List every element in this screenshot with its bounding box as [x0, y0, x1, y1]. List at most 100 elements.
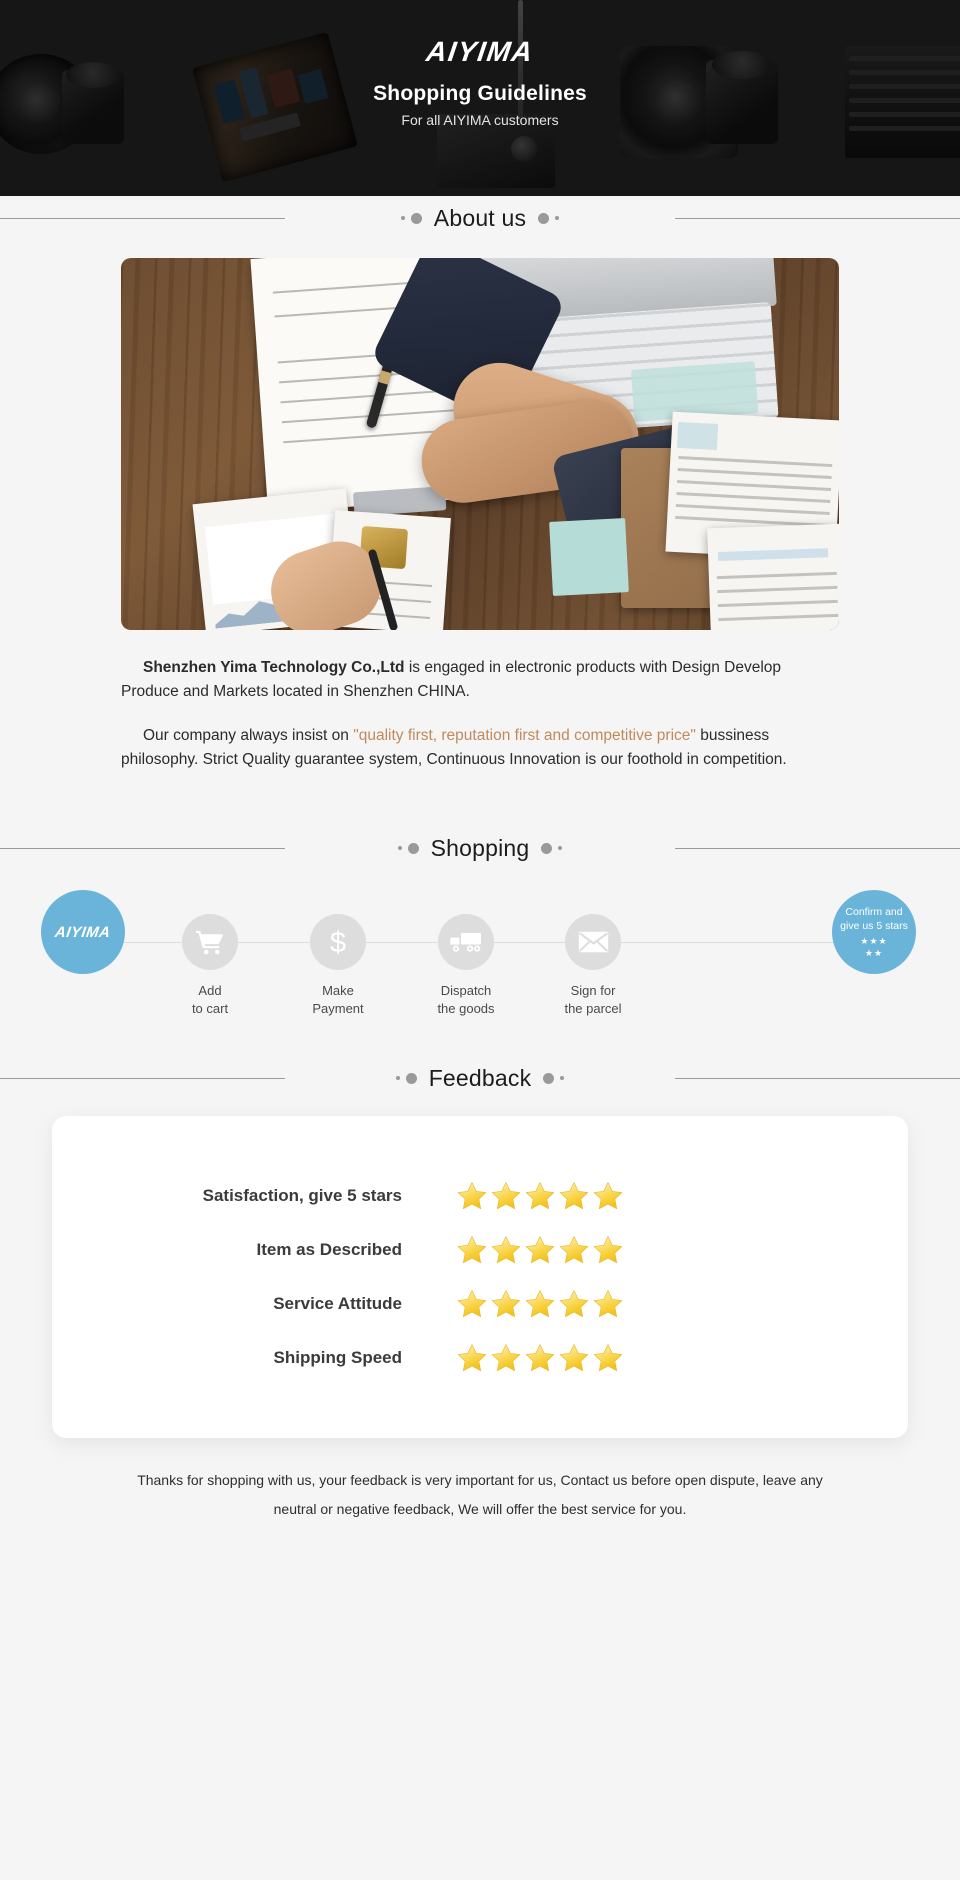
- feedback-star-rating[interactable]: [457, 1235, 623, 1265]
- gold-star-icon: [559, 1344, 589, 1372]
- divider-line-left: [0, 218, 285, 219]
- small-dot-icon: [400, 216, 405, 220]
- divider-dots-left: [400, 212, 422, 224]
- confirm-label: Confirm and give us 5 stars: [840, 906, 908, 932]
- dollar-sign-icon: $: [310, 914, 366, 971]
- divider-line-left: [0, 848, 285, 850]
- page-root: AIYIMA Shopping Guidelines For all AIYIM…: [0, 0, 960, 1880]
- about-paragraph-2: Our company always insist on "quality fi…: [121, 724, 839, 772]
- small-dot-icon: [397, 846, 402, 851]
- section-title-feedback: Feedback: [428, 1064, 532, 1091]
- step-label-make-payment: Make Payment: [312, 983, 364, 1016]
- feedback-card: Satisfaction, give 5 stars Item as Descr…: [52, 1116, 908, 1439]
- large-dot-icon: [410, 212, 422, 224]
- gold-star-icon: [559, 1290, 589, 1318]
- delivery-truck-glyph: [450, 933, 481, 952]
- delivery-truck-icon: [438, 914, 494, 971]
- step-dispatch-goods[interactable]: Dispatch the goods: [411, 892, 521, 1017]
- gold-star-icon: [525, 1182, 555, 1210]
- gold-star-icon: [491, 1236, 521, 1264]
- section-title-about: About us: [433, 204, 527, 231]
- gold-star-icon: [593, 1344, 623, 1372]
- philosophy-quote: "quality first, reputation first and com…: [353, 727, 696, 745]
- company-name: Shenzhen Yima Technology Co.,Ltd: [143, 659, 405, 676]
- divider-dots-right: [538, 212, 560, 224]
- feedback-row: Item as Described: [52, 1223, 908, 1277]
- hero-title: Shopping Guidelines: [373, 82, 587, 105]
- gold-star-icon: [525, 1344, 555, 1372]
- step-label-dispatch-goods: Dispatch the goods: [437, 983, 495, 1016]
- feedback-label: Service Attitude: [273, 1294, 402, 1314]
- aiyima-logo: AIYIMA: [424, 36, 536, 67]
- large-dot-icon: [538, 212, 550, 224]
- divider-line-left: [0, 1078, 285, 1080]
- step-confirm-five-stars[interactable]: Confirm and give us 5 stars ★★★ ★★: [819, 878, 929, 975]
- large-dot-icon: [541, 842, 553, 854]
- small-dot-icon: [560, 1076, 565, 1081]
- gold-star-icon: [457, 1290, 487, 1318]
- small-dot-icon: [395, 1076, 400, 1081]
- aiyima-logo-icon: AIYIMA: [41, 890, 125, 975]
- small-dot-icon: [555, 216, 560, 220]
- step-aiyima-brand: AIYIMA: [28, 878, 138, 975]
- footer-note: Thanks for shopping with us, your feedba…: [137, 1472, 823, 1517]
- aiyima-mini-logo-text: AIYIMA: [54, 923, 112, 941]
- gold-star-icon: [559, 1182, 589, 1210]
- step-label-sign-parcel: Sign for the parcel: [564, 983, 622, 1016]
- feedback-star-rating[interactable]: [457, 1343, 623, 1373]
- divider-line-right: [675, 218, 960, 219]
- shopping-cart-icon: [182, 914, 238, 971]
- feedback-label: Shipping Speed: [273, 1348, 402, 1368]
- divider-dots-left: [397, 842, 419, 854]
- divider-dots-left: [395, 1072, 417, 1084]
- about-paragraph-2-pre: Our company always insist on: [143, 727, 354, 745]
- gold-star-icon: [525, 1236, 555, 1264]
- feedback-star-rating[interactable]: [457, 1181, 623, 1211]
- step-make-payment[interactable]: $ Make Payment: [283, 892, 393, 1017]
- envelope-glyph: [578, 931, 608, 953]
- gold-star-icon: [491, 1290, 521, 1318]
- feedback-star-rating[interactable]: [457, 1289, 623, 1319]
- divider-line-right: [675, 848, 960, 850]
- feedback-row: Shipping Speed: [52, 1331, 908, 1385]
- feedback-row: Service Attitude: [52, 1277, 908, 1331]
- divider-dots-right: [541, 842, 563, 854]
- small-dot-icon: [558, 846, 563, 851]
- section-divider-about: About us: [0, 196, 960, 240]
- gold-star-icon: [491, 1182, 521, 1210]
- gold-star-icon: [457, 1344, 487, 1372]
- hero-text-block: AIYIMA Shopping Guidelines For all AIYIM…: [0, 0, 960, 196]
- about-text-block: Shenzhen Yima Technology Co.,Ltd is enga…: [121, 656, 839, 772]
- envelope-icon: [565, 914, 621, 971]
- divider-dots-right: [543, 1072, 565, 1084]
- five-stars-icon: Confirm and give us 5 stars ★★★ ★★: [832, 890, 916, 975]
- gold-star-icon: [457, 1182, 487, 1210]
- svg-text:$: $: [330, 927, 346, 958]
- step-label-add-to-cart: Add to cart: [191, 983, 229, 1016]
- gold-star-icon: [525, 1290, 555, 1318]
- feedback-label: Satisfaction, give 5 stars: [202, 1186, 402, 1206]
- section-divider-feedback: Feedback: [0, 1056, 960, 1100]
- large-dot-icon: [543, 1072, 555, 1084]
- divider-line-right: [675, 1078, 960, 1080]
- gold-star-icon: [491, 1344, 521, 1372]
- step-add-to-cart[interactable]: Add to cart: [155, 892, 265, 1017]
- gold-star-icon: [593, 1182, 623, 1210]
- mini-stars-top: ★★★: [860, 935, 888, 946]
- feedback-label: Item as Described: [256, 1240, 402, 1260]
- large-dot-icon: [405, 1072, 417, 1084]
- gold-star-icon: [457, 1236, 487, 1264]
- section-title-shopping: Shopping: [430, 834, 530, 861]
- mini-stars-bottom: ★★: [864, 947, 884, 958]
- feedback-row: Satisfaction, give 5 stars: [52, 1169, 908, 1223]
- sticky-note: [549, 518, 629, 596]
- section-divider-shopping: Shopping: [0, 826, 960, 870]
- financial-report-2: [707, 523, 839, 630]
- large-dot-icon: [407, 842, 419, 854]
- about-paragraph-1: Shenzhen Yima Technology Co.,Ltd is enga…: [121, 656, 839, 704]
- about-hero-image: [121, 258, 839, 630]
- hero-banner: AIYIMA Shopping Guidelines For all AIYIM…: [0, 0, 960, 196]
- hero-subtitle: For all AIYIMA customers: [401, 112, 559, 128]
- step-sign-parcel[interactable]: Sign for the parcel: [538, 892, 648, 1017]
- gold-star-icon: [593, 1236, 623, 1264]
